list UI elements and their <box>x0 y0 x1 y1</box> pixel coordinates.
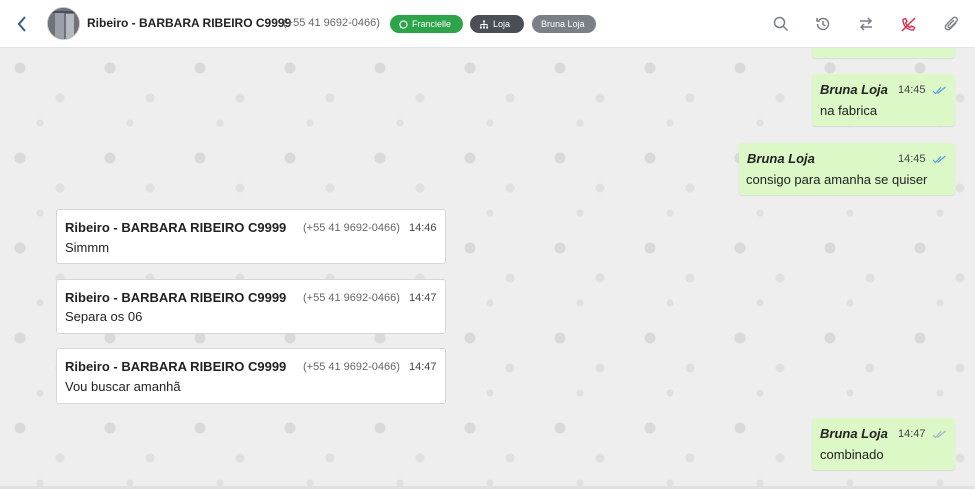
message-sender-phone: (+55 41 9692-0466) <box>303 222 400 234</box>
message-bubble-outgoing[interactable]: Bruna Loja 14:45 consigo para amanha se … <box>739 143 955 195</box>
message-bubble-outgoing[interactable]: Bruna Loja 14:45 na fabrica <box>812 74 955 126</box>
tag-francielle[interactable]: Francielle <box>390 15 463 33</box>
end-call-button[interactable] <box>898 14 918 34</box>
message-bubble-outgoing[interactable] <box>812 48 955 58</box>
transfer-icon <box>859 17 873 31</box>
message-bubble-incoming[interactable]: Ribeiro - BARBARA RIBEIRO C9999 (+55 41 … <box>56 279 446 334</box>
message-time: 14:47 <box>409 361 437 373</box>
message-sender: Bruna Loja <box>820 82 888 97</box>
message-text: Vou buscar amanhã <box>65 379 181 394</box>
message-sender: Ribeiro - BARBARA RIBEIRO C9999 <box>65 290 287 305</box>
message-time: 14:47 <box>409 292 437 304</box>
chat-header: Ribeiro - BARBARA RIBEIRO C9999 (+55 41 … <box>0 0 975 48</box>
read-receipt-icon <box>932 155 946 164</box>
message-bubble-incoming[interactable]: Ribeiro - BARBARA RIBEIRO C9999 (+55 41 … <box>56 209 446 264</box>
tag-bruna-loja[interactable]: Bruna Loja <box>532 15 596 33</box>
message-text: na fabrica <box>820 103 878 118</box>
message-sender: Ribeiro - BARBARA RIBEIRO C9999 <box>65 220 287 235</box>
message-time: 14:46 <box>409 222 437 234</box>
message-bubble-outgoing[interactable]: Bruna Loja 14:47 combinado <box>812 418 955 470</box>
message-sender: Ribeiro - BARBARA RIBEIRO C9999 <box>65 359 287 374</box>
tag-loja[interactable]: Loja <box>470 15 524 33</box>
message-time: 14:45 <box>898 84 926 96</box>
paperclip-icon <box>944 16 958 30</box>
message-text: Simmm <box>65 240 110 255</box>
search-icon <box>773 16 789 32</box>
attach-button[interactable] <box>942 14 962 34</box>
tag-label: Francielle <box>412 19 452 29</box>
transfer-button[interactable] <box>856 14 876 34</box>
avatar-image <box>48 8 79 39</box>
read-receipt-icon <box>932 86 946 95</box>
message-sender: Bruna Loja <box>747 151 815 166</box>
phone-off-icon <box>900 16 916 32</box>
avatar[interactable] <box>47 7 80 40</box>
whatsapp-icon <box>399 19 408 29</box>
message-sender-phone: (+55 41 9692-0466) <box>303 292 400 304</box>
history-button[interactable] <box>813 14 833 34</box>
message-list[interactable]: Bruna Loja 14:45 na fabrica Bruna Loja 1… <box>0 48 975 489</box>
message-sender: Bruna Loja <box>820 426 888 441</box>
message-time: 14:45 <box>898 153 926 165</box>
sitemap-icon <box>479 19 489 29</box>
message-sender-phone: (+55 41 9692-0466) <box>303 361 400 373</box>
tag-label: Loja <box>493 19 511 29</box>
message-text: Separa os 06 <box>65 309 143 324</box>
back-button[interactable] <box>13 14 31 34</box>
message-text: combinado <box>820 447 884 462</box>
chevron-left-icon <box>17 16 26 32</box>
message-text: consigo para amanha se quiser <box>746 172 928 187</box>
contact-name: Ribeiro - BARBARA RIBEIRO C9999 <box>87 16 292 30</box>
read-receipt-icon <box>932 430 946 439</box>
contact-phone: (+55 41 9692-0466) <box>283 17 380 29</box>
search-button[interactable] <box>771 14 791 34</box>
message-time: 14:47 <box>898 428 926 440</box>
history-icon <box>816 17 830 31</box>
message-bubble-incoming[interactable]: Ribeiro - BARBARA RIBEIRO C9999 (+55 41 … <box>56 348 446 404</box>
tag-label: Bruna Loja <box>541 19 585 29</box>
